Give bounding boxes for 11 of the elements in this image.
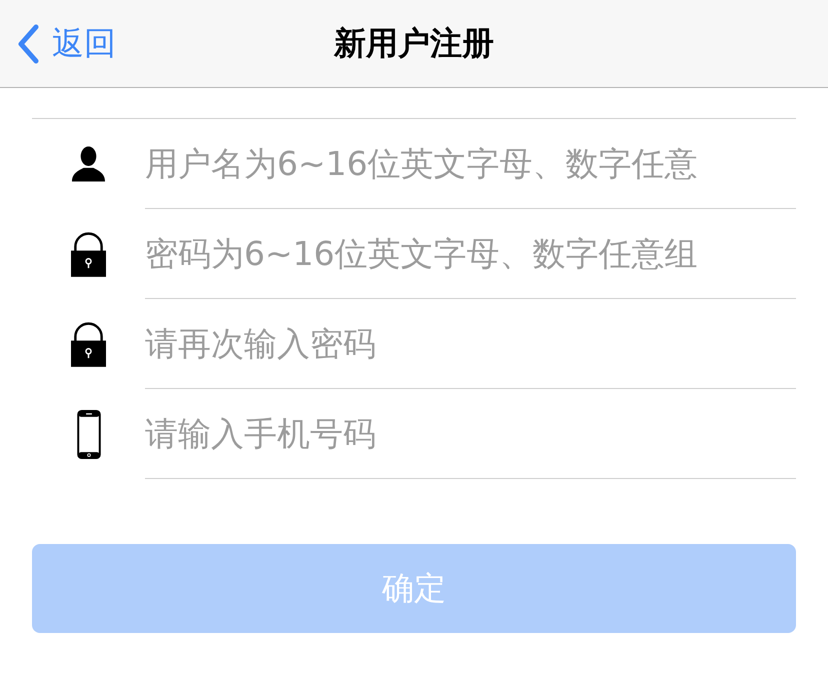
back-button[interactable]: 返回 <box>0 18 116 68</box>
user-icon <box>71 146 106 182</box>
lock-icon <box>71 232 106 276</box>
input-field[interactable]: 请再次输入密码 <box>145 299 796 389</box>
page-title: 新用户注册 <box>334 22 494 64</box>
lock-icon <box>71 322 106 366</box>
phone-icon <box>76 410 100 458</box>
input-field[interactable]: 请输入手机号码 <box>145 389 796 479</box>
input-field[interactable]: 密码为6~16位英文字母、数字任意组 <box>145 209 796 299</box>
chevron-left-icon <box>16 24 40 64</box>
input-field[interactable]: 用户名为6~16位英文字母、数字任意 <box>145 119 796 209</box>
